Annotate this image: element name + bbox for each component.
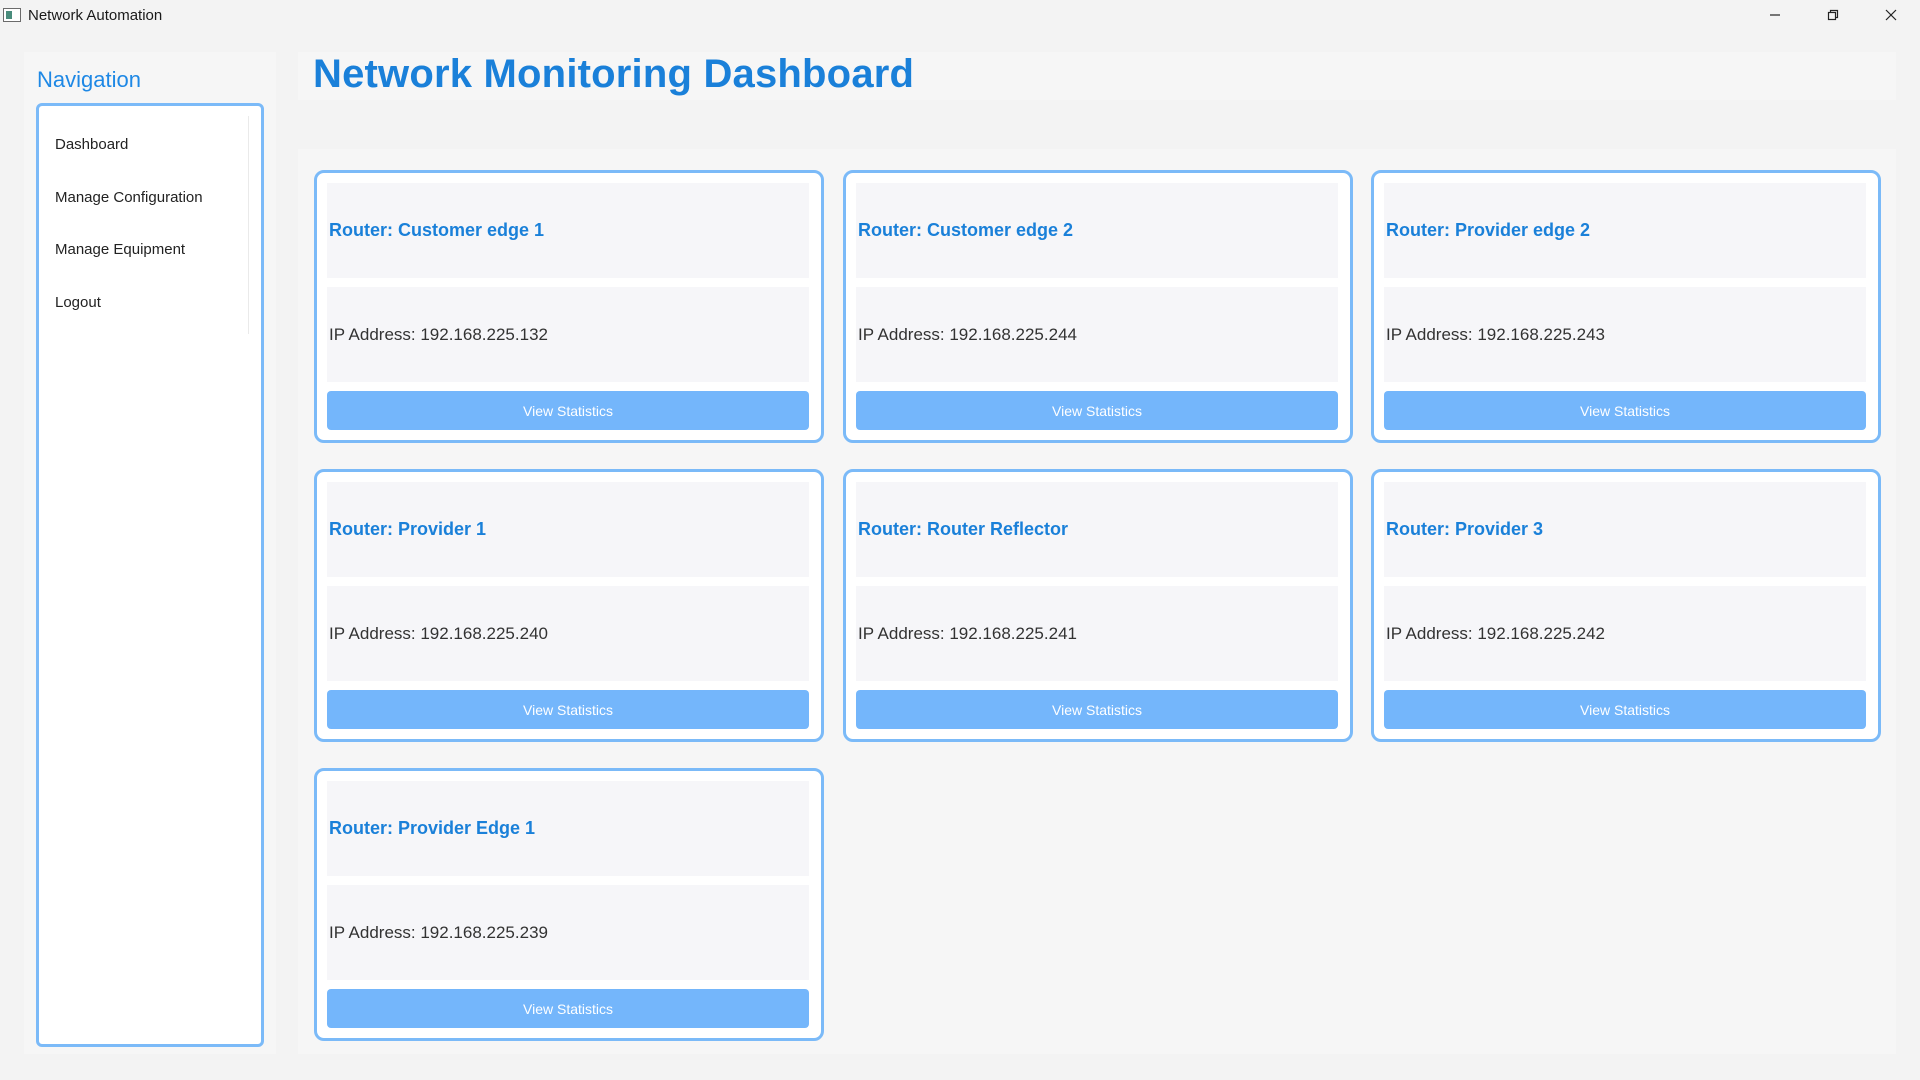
router-name: Router: Router Reflector bbox=[856, 482, 1338, 577]
router-name: Router: Customer edge 2 bbox=[856, 183, 1338, 278]
sidebar: Navigation Dashboard Manage Configuratio… bbox=[24, 52, 276, 1054]
close-icon bbox=[1885, 9, 1897, 21]
router-grid: Router: Customer edge 1 IP Address: 192.… bbox=[298, 149, 1896, 1054]
router-card: Router: Customer edge 2 IP Address: 192.… bbox=[843, 170, 1353, 443]
view-statistics-button[interactable]: View Statistics bbox=[1384, 391, 1866, 430]
router-ip-address: IP Address: 192.168.225.244 bbox=[856, 287, 1338, 382]
window-controls bbox=[1746, 0, 1920, 30]
router-ip-address: IP Address: 192.168.225.240 bbox=[327, 586, 809, 681]
router-card: Router: Provider Edge 1 IP Address: 192.… bbox=[314, 768, 824, 1041]
router-name: Router: Provider edge 2 bbox=[1384, 183, 1866, 278]
restore-icon bbox=[1827, 9, 1839, 21]
view-statistics-button[interactable]: View Statistics bbox=[327, 989, 809, 1028]
sidebar-item-logout[interactable]: Logout bbox=[55, 294, 101, 311]
router-card: Router: Provider 1 IP Address: 192.168.2… bbox=[314, 469, 824, 742]
router-card: Router: Router Reflector IP Address: 192… bbox=[843, 469, 1353, 742]
sidebar-item-manage-configuration[interactable]: Manage Configuration bbox=[55, 189, 203, 206]
router-card: Router: Provider 3 IP Address: 192.168.2… bbox=[1371, 469, 1881, 742]
page-header: Network Monitoring Dashboard bbox=[298, 52, 1896, 100]
sidebar-title: Navigation bbox=[37, 67, 141, 92]
router-card: Router: Customer edge 1 IP Address: 192.… bbox=[314, 170, 824, 443]
view-statistics-button[interactable]: View Statistics bbox=[327, 690, 809, 729]
router-name: Router: Customer edge 1 bbox=[327, 183, 809, 278]
router-ip-address: IP Address: 192.168.225.132 bbox=[327, 287, 809, 382]
router-name: Router: Provider 3 bbox=[1384, 482, 1866, 577]
router-name: Router: Provider Edge 1 bbox=[327, 781, 809, 876]
page-title: Network Monitoring Dashboard bbox=[313, 52, 915, 96]
close-button[interactable] bbox=[1862, 0, 1920, 30]
nav-list: Dashboard Manage Configuration Manage Eq… bbox=[36, 103, 264, 1047]
sidebar-item-dashboard[interactable]: Dashboard bbox=[55, 136, 128, 153]
restore-button[interactable] bbox=[1804, 0, 1862, 30]
router-ip-address: IP Address: 192.168.225.241 bbox=[856, 586, 1338, 681]
router-ip-address: IP Address: 192.168.225.243 bbox=[1384, 287, 1866, 382]
router-card: Router: Provider edge 2 IP Address: 192.… bbox=[1371, 170, 1881, 443]
view-statistics-button[interactable]: View Statistics bbox=[1384, 690, 1866, 729]
view-statistics-button[interactable]: View Statistics bbox=[856, 690, 1338, 729]
minimize-icon bbox=[1770, 14, 1780, 16]
sidebar-item-manage-equipment[interactable]: Manage Equipment bbox=[55, 241, 185, 258]
window-titlebar: Network Automation bbox=[0, 0, 1920, 30]
router-ip-address: IP Address: 192.168.225.242 bbox=[1384, 586, 1866, 681]
router-name: Router: Provider 1 bbox=[327, 482, 809, 577]
minimize-button[interactable] bbox=[1746, 0, 1804, 30]
router-ip-address: IP Address: 192.168.225.239 bbox=[327, 885, 809, 980]
view-statistics-button[interactable]: View Statistics bbox=[327, 391, 809, 430]
app-icon bbox=[3, 8, 21, 22]
window-title: Network Automation bbox=[28, 6, 163, 24]
nav-scrollbar[interactable] bbox=[248, 116, 249, 334]
view-statistics-button[interactable]: View Statistics bbox=[856, 391, 1338, 430]
